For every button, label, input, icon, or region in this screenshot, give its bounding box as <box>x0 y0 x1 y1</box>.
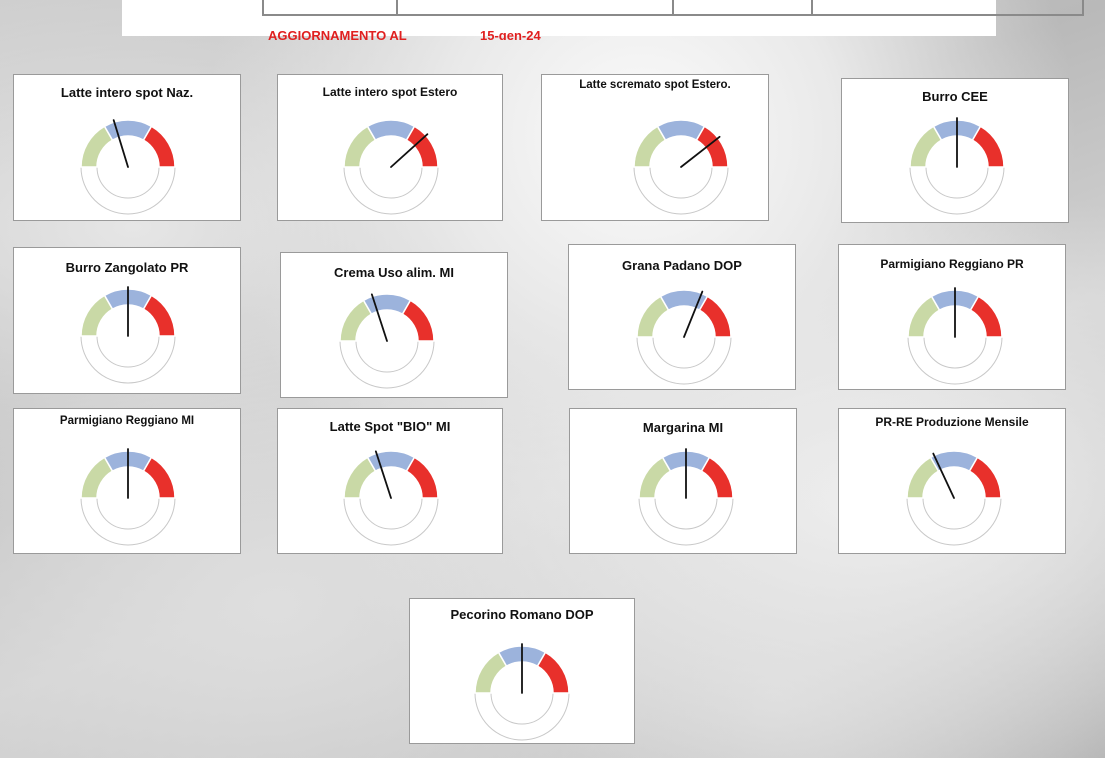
gauge-high-segment <box>700 456 734 499</box>
gauge-chart <box>343 119 439 215</box>
gauge-high-segment <box>968 456 1002 499</box>
gauge-card: Latte scremato spot Estero. <box>541 74 769 221</box>
gauge-base-segment <box>343 497 439 546</box>
update-date: 15-gen-24 <box>480 28 541 40</box>
gauge-base-segment <box>906 497 1002 546</box>
gauge-base-segment <box>80 166 176 215</box>
gauge-chart <box>909 117 1005 215</box>
gauge-base-segment <box>636 336 732 385</box>
gauge-card: Pecorino Romano DOP <box>409 598 635 744</box>
gauge-base-segment <box>339 340 435 389</box>
gauge-chart <box>638 448 734 546</box>
gauge-base-segment <box>80 335 176 384</box>
gauge-base-segment <box>80 497 176 546</box>
gauge-card: Burro Zangolato PR <box>13 247 241 394</box>
gauge-high-segment <box>142 294 176 337</box>
summary-table-cell <box>813 0 1082 14</box>
gauge-chart <box>906 450 1002 546</box>
gauge-high-segment <box>405 456 439 499</box>
gauge-card: Latte intero spot Estero <box>277 74 503 221</box>
summary-table-cell <box>398 0 674 14</box>
gauge-high-segment <box>536 651 570 694</box>
gauge-chart <box>80 119 176 215</box>
gauge-card: Margarina MI <box>569 408 797 554</box>
gauge-card: Parmigiano Reggiano PR <box>838 244 1066 390</box>
gauge-base-segment <box>909 166 1005 215</box>
gauge-high-segment <box>971 125 1005 168</box>
gauge-high-segment <box>401 299 435 342</box>
gauge-high-segment <box>405 125 439 168</box>
gauge-high-segment <box>969 295 1003 338</box>
gauge-chart <box>474 643 570 741</box>
gauge-chart <box>343 450 439 546</box>
gauge-card: Parmigiano Reggiano MI <box>13 408 241 554</box>
gauge-card: PR-RE Produzione Mensile <box>838 408 1066 554</box>
gauge-chart <box>80 448 176 546</box>
gauge-high-segment <box>142 125 176 168</box>
gauge-base-segment <box>633 166 729 215</box>
summary-table-cell <box>674 0 814 14</box>
gauge-chart <box>339 293 435 389</box>
gauge-card: Latte Spot "BIO" MI <box>277 408 503 554</box>
gauge-high-segment <box>698 295 732 338</box>
gauge-card: Grana Padano DOP <box>568 244 796 390</box>
gauge-card: Burro CEE <box>841 78 1069 223</box>
update-label: AGGIORNAMENTO AL <box>268 28 407 40</box>
gauge-high-segment <box>142 456 176 499</box>
update-info: AGGIORNAMENTO AL 15-gen-24 <box>268 26 608 40</box>
summary-table-cell <box>264 0 399 14</box>
gauge-high-segment <box>695 125 729 168</box>
summary-table <box>262 0 1084 16</box>
gauge-base-segment <box>907 336 1003 385</box>
gauge-card: Latte intero spot Naz. <box>13 74 241 221</box>
gauge-chart <box>907 287 1003 385</box>
gauge-chart <box>80 286 176 384</box>
gauge-base-segment <box>638 497 734 546</box>
gauge-base-segment <box>474 692 570 741</box>
gauge-base-segment <box>343 166 439 215</box>
gauge-chart <box>636 289 732 385</box>
gauge-chart <box>633 119 729 215</box>
gauge-card: Crema Uso alim. MI <box>280 252 508 398</box>
